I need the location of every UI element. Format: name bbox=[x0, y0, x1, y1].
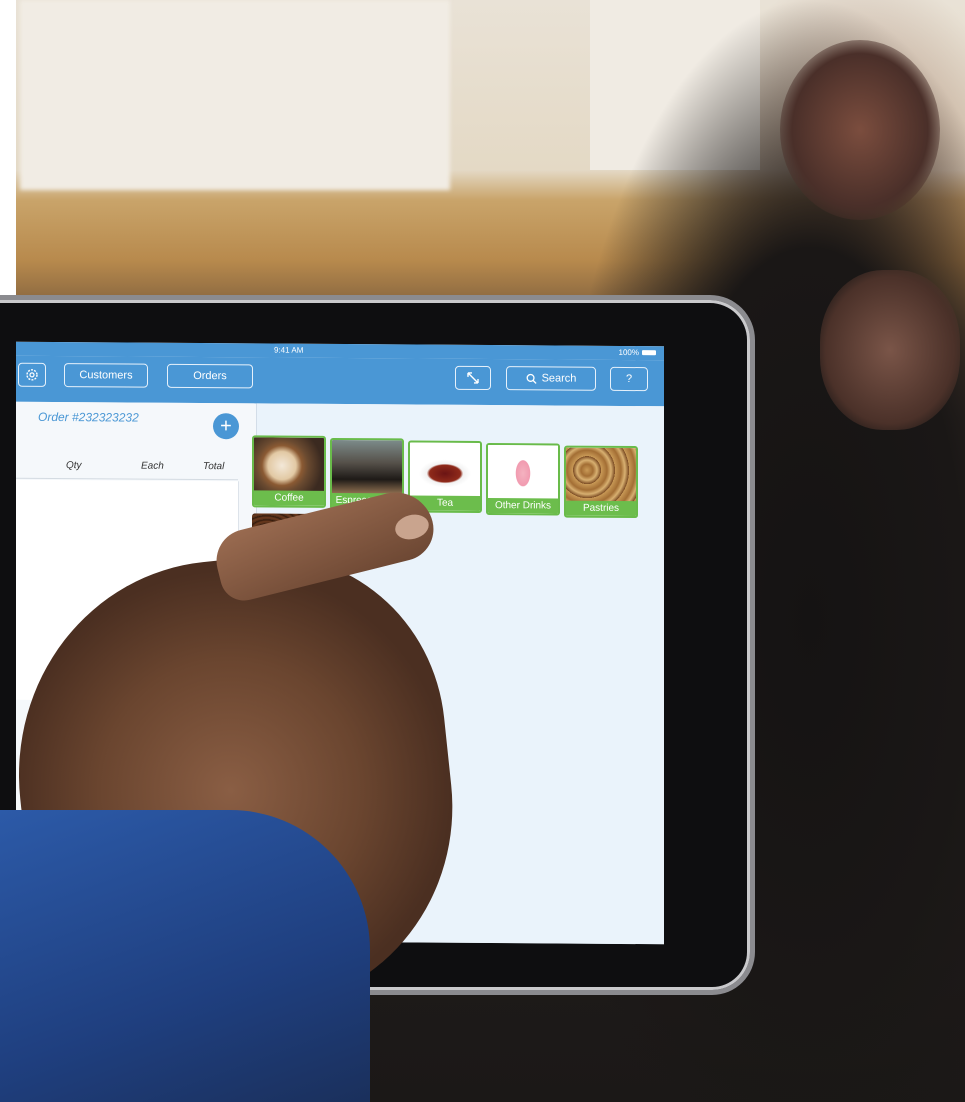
category-tile-other-drinks[interactable]: Other Drinks bbox=[486, 443, 560, 516]
blue-sleeve bbox=[0, 810, 370, 1102]
background-window bbox=[20, 0, 450, 190]
search-button[interactable]: Search bbox=[506, 366, 596, 391]
search-icon bbox=[526, 373, 537, 384]
add-item-button[interactable]: + bbox=[213, 413, 239, 440]
battery-status: 100% bbox=[619, 348, 656, 357]
pastries-image bbox=[566, 447, 636, 505]
search-label: Search bbox=[541, 372, 577, 385]
battery-percent: 100% bbox=[618, 347, 639, 358]
column-header-total: Total bbox=[203, 461, 225, 473]
photo-scene: 9:41 AM 100% Customers Orders Search ? O… bbox=[0, 0, 965, 1102]
top-toolbar: Customers Orders Search ? bbox=[16, 355, 664, 407]
background-face bbox=[780, 40, 940, 220]
smoothie-image bbox=[488, 445, 558, 502]
gear-icon bbox=[26, 369, 38, 381]
expand-icon bbox=[467, 372, 479, 384]
background-neck bbox=[820, 270, 960, 430]
order-title: Order #232323232 bbox=[38, 409, 139, 425]
expand-button[interactable] bbox=[455, 365, 491, 391]
category-tile-coffee[interactable]: Coffee bbox=[252, 435, 326, 508]
plus-icon: + bbox=[220, 415, 232, 438]
orders-button[interactable]: Orders bbox=[167, 363, 253, 389]
customers-button[interactable]: Customers bbox=[64, 363, 148, 388]
category-tile-pastries[interactable]: Pastries bbox=[564, 445, 638, 519]
espresso-image bbox=[332, 439, 402, 497]
category-label: Other Drinks bbox=[488, 498, 558, 514]
coffee-image bbox=[254, 437, 324, 494]
column-header-each: Each bbox=[141, 460, 164, 472]
tea-image bbox=[410, 442, 480, 499]
battery-icon bbox=[642, 350, 656, 356]
settings-button[interactable] bbox=[18, 362, 46, 387]
category-label: Pastries bbox=[566, 500, 636, 517]
status-time: 9:41 AM bbox=[274, 345, 304, 355]
category-label: Coffee bbox=[254, 490, 324, 506]
help-button[interactable]: ? bbox=[610, 366, 648, 392]
column-header-qty: Qty bbox=[66, 460, 82, 472]
